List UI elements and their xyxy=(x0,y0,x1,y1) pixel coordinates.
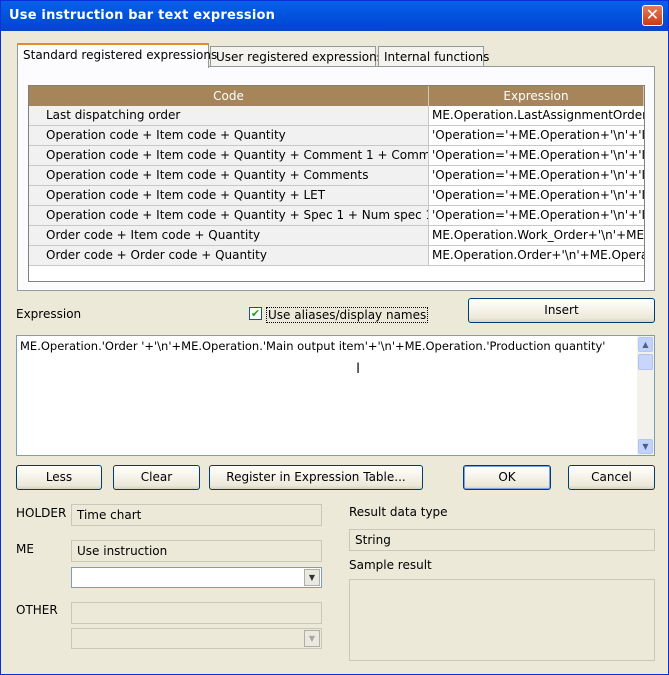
row-code-cell[interactable]: Last dispatching order xyxy=(29,106,429,125)
holder-label: HOLDER xyxy=(16,506,67,520)
chevron-down-icon[interactable]: ▼ xyxy=(304,569,320,586)
expression-text: ME.Operation.'Order '+'\n'+ME.Operation.… xyxy=(20,339,606,353)
other-label: OTHER xyxy=(16,603,58,617)
row-code-cell[interactable]: Operation code + Item code + Quantity + … xyxy=(29,146,429,165)
column-header-code[interactable]: Code xyxy=(29,86,429,106)
register-button[interactable]: Register in Expression Table... xyxy=(209,465,423,490)
table-row[interactable]: Order code + Item code + Quantity ME.Oper… xyxy=(29,226,644,246)
table-row[interactable]: Operation code + Item code + Quantity 'Op… xyxy=(29,126,644,146)
check-icon: ✔ xyxy=(250,307,261,320)
result-type-label: Result data type xyxy=(349,505,448,519)
dialog-window: Use instruction bar text expression ✕ St… xyxy=(0,0,669,675)
close-button[interactable]: ✕ xyxy=(642,5,663,26)
row-code-cell[interactable]: Operation code + Item code + Quantity + … xyxy=(29,206,429,225)
row-code-cell[interactable]: Operation code + Item code + Quantity + … xyxy=(29,186,429,205)
row-code-cell[interactable]: Order code + Order code + Quantity xyxy=(29,246,429,265)
sample-result-label: Sample result xyxy=(349,558,432,572)
ok-button[interactable]: OK xyxy=(463,465,551,490)
title-bar[interactable]: Use instruction bar text expression ✕ xyxy=(1,1,668,31)
tab-internal-functions[interactable]: Internal functions xyxy=(378,46,489,67)
table-header: Code Expression xyxy=(29,86,644,106)
less-button[interactable]: Less xyxy=(16,465,102,490)
row-expression-cell[interactable]: 'Operation='+ME.Operation+'\n'+'Item=' xyxy=(429,146,644,165)
row-expression-cell[interactable]: 'Operation='+ME.Operation+'\n'+'Item=' xyxy=(429,206,644,225)
expression-table[interactable]: Code Expression Last dispatching order ME… xyxy=(28,85,645,282)
expression-scrollbar[interactable]: ▲ ▼ xyxy=(637,336,654,455)
use-aliases-label[interactable]: Use aliases/display names xyxy=(266,307,429,323)
me-combo[interactable]: ▼ xyxy=(71,567,322,588)
row-code-cell[interactable]: Order code + Item code + Quantity xyxy=(29,226,429,245)
tab-user-registered-expressions[interactable]: User registered expressions xyxy=(210,46,383,67)
row-code-cell[interactable]: Operation code + Item code + Quantity + … xyxy=(29,166,429,185)
scroll-down-icon[interactable]: ▼ xyxy=(638,439,653,454)
chevron-down-icon: ▼ xyxy=(304,630,320,647)
row-code-cell[interactable]: Operation code + Item code + Quantity xyxy=(29,126,429,145)
table-row[interactable]: Last dispatching order ME.Operation.LastA… xyxy=(29,106,644,126)
row-expression-cell[interactable]: 'Operation='+ME.Operation+'\n'+'Item=' xyxy=(429,126,644,145)
cancel-button[interactable]: Cancel xyxy=(568,465,655,490)
table-row[interactable]: Operation code + Item code + Quantity + … xyxy=(29,166,644,186)
tab-standard-registered-expressions[interactable]: Standard registered expressions xyxy=(17,43,217,68)
table-row[interactable]: Operation code + Item code + Quantity + … xyxy=(29,186,644,206)
clear-button[interactable]: Clear xyxy=(113,465,200,490)
window-title: Use instruction bar text expression xyxy=(9,8,276,23)
tab-panel: Code Expression Last dispatching order ME… xyxy=(17,66,655,291)
column-header-expression[interactable]: Expression xyxy=(429,86,644,106)
row-expression-cell[interactable]: ME.Operation.Order+'\n'+ME.Operation xyxy=(429,246,644,265)
me-field: Use instruction xyxy=(71,540,322,562)
row-expression-cell[interactable]: 'Operation='+ME.Operation+'\n'+'Item=' xyxy=(429,186,644,205)
holder-field: Time chart xyxy=(71,504,322,526)
row-expression-cell[interactable]: ME.Operation.LastAssignmentOrder xyxy=(429,106,644,125)
row-expression-cell[interactable]: ME.Operation.Work_Order+'\n'+ME.Op xyxy=(429,226,644,245)
text-cursor-icon: I xyxy=(356,361,361,377)
table-row[interactable]: Order code + Order code + Quantity ME.Ope… xyxy=(29,246,644,266)
other-combo: ▼ xyxy=(71,628,322,649)
expression-label: Expression xyxy=(16,307,82,321)
scroll-up-icon[interactable]: ▲ xyxy=(638,337,653,352)
insert-button[interactable]: Insert xyxy=(468,298,655,323)
me-label: ME xyxy=(16,542,34,556)
expression-textarea[interactable]: ME.Operation.'Order '+'\n'+ME.Operation.… xyxy=(16,335,655,456)
result-type-field: String xyxy=(349,529,655,551)
use-aliases-checkbox[interactable]: ✔ xyxy=(249,307,262,320)
table-row[interactable]: Operation code + Item code + Quantity + … xyxy=(29,206,644,226)
sample-result-field xyxy=(349,579,655,661)
table-row[interactable]: Operation code + Item code + Quantity + … xyxy=(29,146,644,166)
row-expression-cell[interactable]: 'Operation='+ME.Operation+'\n'+'Item=' xyxy=(429,166,644,185)
other-field xyxy=(71,602,322,624)
close-icon: ✕ xyxy=(645,5,660,24)
scroll-thumb[interactable] xyxy=(638,354,653,370)
